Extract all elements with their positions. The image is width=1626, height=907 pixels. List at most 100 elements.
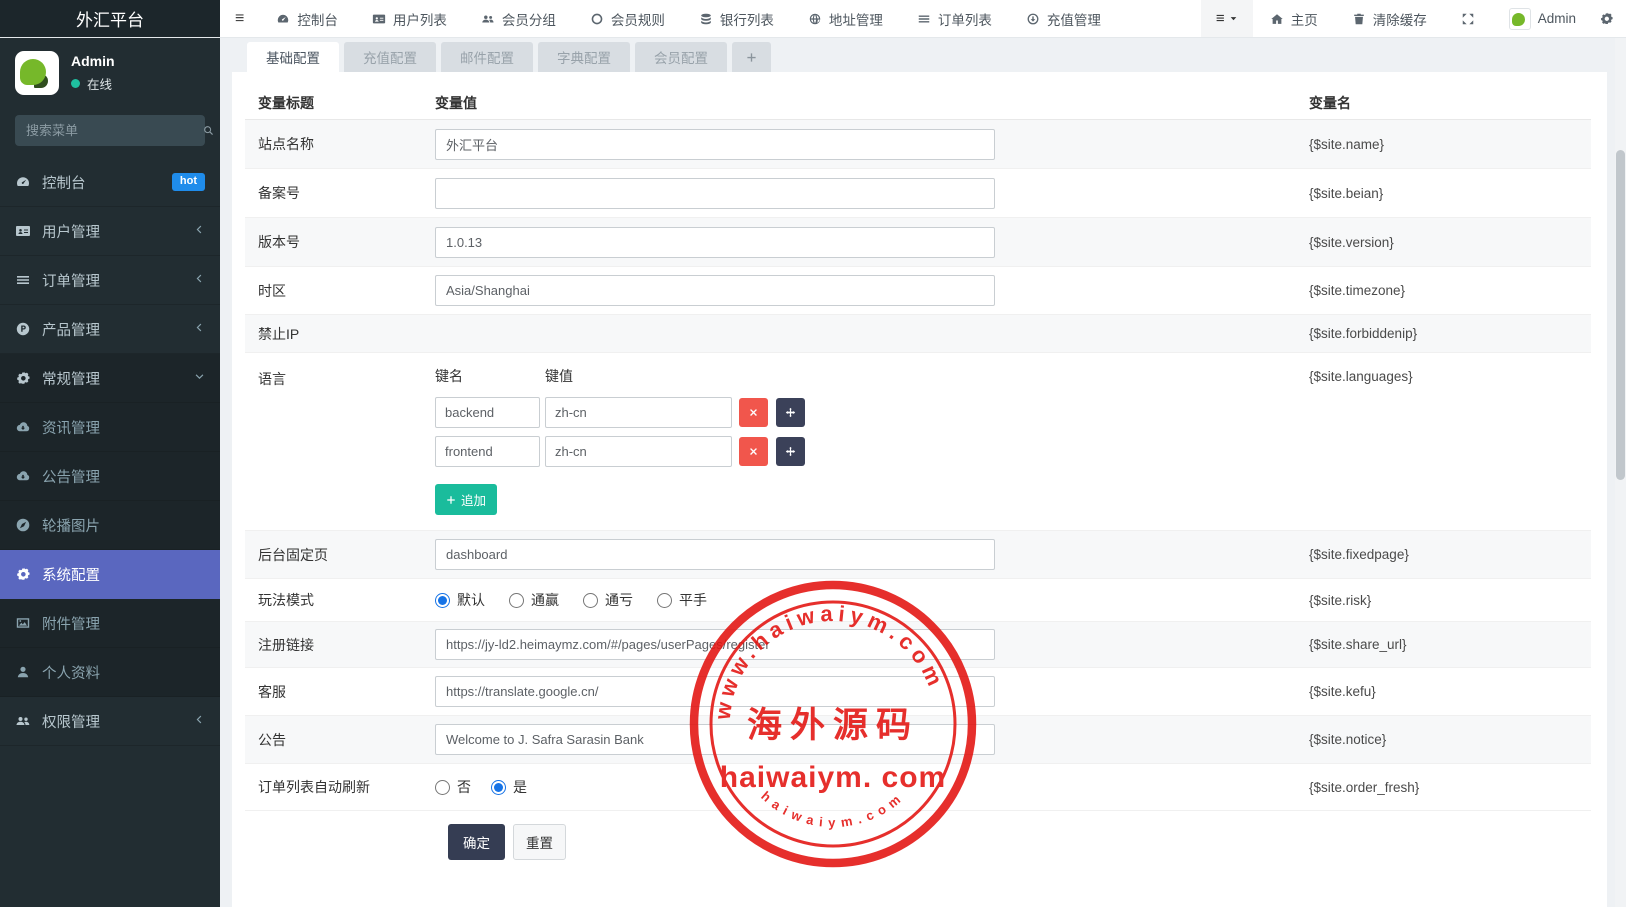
database-icon <box>699 12 713 26</box>
fullscreen-button[interactable] <box>1444 0 1492 37</box>
nav-item-recharge-mgmt[interactable]: 充值管理 <box>1009 0 1118 37</box>
sidebar-item-news-mgmt[interactable]: 资讯管理 <box>0 403 220 452</box>
radio-option-yes[interactable]: 是 <box>491 777 527 797</box>
clear-cache-button[interactable]: 清除缓存 <box>1335 0 1444 37</box>
sidebar-item-order-mgmt[interactable]: 订单管理 <box>0 256 220 305</box>
nav-item-member-rules[interactable]: 会员规则 <box>573 0 682 37</box>
fixedpage-input[interactable] <box>435 539 995 570</box>
nav-item-dashboard[interactable]: 控制台 <box>259 0 355 37</box>
users-icon <box>15 713 31 729</box>
form-row-notice: 公告 {$site.notice} <box>245 716 1591 764</box>
sidebar-item-permission-mgmt[interactable]: 权限管理 <box>0 697 220 746</box>
tab-dict-config[interactable]: 字典配置 <box>538 42 630 72</box>
brand-title: 外汇平台 <box>0 0 220 37</box>
lang-value-input[interactable] <box>545 397 732 428</box>
menu-label: 系统配置 <box>42 564 100 585</box>
risk-radio[interactable] <box>657 593 672 608</box>
menu-dropdown-button[interactable]: ≡ <box>1201 0 1253 37</box>
form-row-order-refresh: 订单列表自动刷新 否 是 {$site.order_fresh} <box>245 764 1591 811</box>
move-row-button[interactable] <box>776 437 805 466</box>
sidebar-item-attachment-mgmt[interactable]: 附件管理 <box>0 599 220 648</box>
user-menu[interactable]: Admin <box>1492 0 1593 37</box>
nav-item-user-list[interactable]: 用户列表 <box>355 0 464 37</box>
risk-radio[interactable] <box>583 593 598 608</box>
nav-item-order-list[interactable]: 订单列表 <box>900 0 1009 37</box>
lang-key-input[interactable] <box>435 397 540 428</box>
move-icon <box>785 407 796 418</box>
sidebar-item-carousel-images[interactable]: 轮播图片 <box>0 501 220 550</box>
chevron-left-icon <box>194 272 205 288</box>
radio-option-all-lose[interactable]: 通亏 <box>583 590 633 610</box>
kv-row <box>435 397 1309 428</box>
nav-item-bank-list[interactable]: 银行列表 <box>682 0 791 37</box>
order-fresh-radio[interactable] <box>435 780 450 795</box>
sidebar-toggle-button[interactable]: ≡ <box>220 0 259 37</box>
chevron-left-icon <box>194 713 205 729</box>
tab-basic-config[interactable]: 基础配置 <box>247 42 339 72</box>
lang-value-input[interactable] <box>545 436 732 467</box>
sidebar-item-user-mgmt[interactable]: 用户管理 <box>0 207 220 256</box>
beian-input[interactable] <box>435 178 995 209</box>
sidebar-item-product-mgmt[interactable]: 产品管理 <box>0 305 220 354</box>
move-row-button[interactable] <box>776 398 805 427</box>
reset-button[interactable]: 重置 <box>513 824 566 860</box>
version-input[interactable] <box>435 227 995 258</box>
timezone-input[interactable] <box>435 275 995 306</box>
settings-gears-button[interactable] <box>1593 0 1626 37</box>
notice-input[interactable] <box>435 724 995 755</box>
add-tab-button[interactable] <box>732 42 771 72</box>
field-label: 玩法模式 <box>245 590 435 610</box>
nav-item-address-mgmt[interactable]: 地址管理 <box>791 0 900 37</box>
users-icon <box>481 12 495 26</box>
append-row-button[interactable]: 追加 <box>435 484 497 515</box>
tab-recharge-config[interactable]: 充值配置 <box>344 42 436 72</box>
tab-member-config[interactable]: 会员配置 <box>635 42 727 72</box>
scrollbar-thumb[interactable] <box>1616 150 1625 480</box>
menu-label: 个人资料 <box>42 662 100 683</box>
risk-radio[interactable] <box>435 593 450 608</box>
online-dot <box>71 79 80 88</box>
variable-name: {$site.languages} <box>1309 366 1591 384</box>
home-button[interactable]: 主页 <box>1253 0 1335 37</box>
list-icon <box>917 12 931 26</box>
plus-icon <box>446 495 456 505</box>
avatar <box>1509 8 1531 30</box>
config-form-card: 变量标题 变量值 变量名 站点名称 {$site.name} 备案号 {$sit… <box>232 72 1607 907</box>
share-url-input[interactable] <box>435 629 995 660</box>
delete-row-button[interactable] <box>739 398 768 427</box>
sidebar-item-general-mgmt[interactable]: 常规管理 <box>0 354 220 403</box>
navbar-right: ≡ 主页 清除缓存 Admin <box>1201 0 1626 37</box>
delete-row-button[interactable] <box>739 437 768 466</box>
order-fresh-radio[interactable] <box>491 780 506 795</box>
field-label: 公告 <box>245 730 435 750</box>
gears-icon <box>15 370 31 386</box>
sidebar-item-dashboard[interactable]: 控制台hot <box>0 158 220 207</box>
radio-option-default[interactable]: 默认 <box>435 590 485 610</box>
form-row-site-name: 站点名称 {$site.name} <box>245 120 1591 169</box>
form-actions: 确定 重置 <box>245 811 1591 867</box>
nav-item-member-groups[interactable]: 会员分组 <box>464 0 573 37</box>
radio-option-all-win[interactable]: 通赢 <box>509 590 559 610</box>
menu-search-input[interactable] <box>26 123 202 138</box>
person-icon <box>15 664 31 680</box>
circle-p-icon <box>15 321 31 337</box>
lang-key-input[interactable] <box>435 436 540 467</box>
radio-option-draw[interactable]: 平手 <box>657 590 707 610</box>
nav-label: 地址管理 <box>829 9 883 29</box>
submit-button[interactable]: 确定 <box>448 824 505 860</box>
tab-mail-config[interactable]: 邮件配置 <box>441 42 533 72</box>
close-icon <box>748 407 759 418</box>
variable-name: {$site.beian} <box>1309 186 1591 201</box>
site-name-input[interactable] <box>435 129 995 160</box>
radio-option-no[interactable]: 否 <box>435 777 471 797</box>
trash-icon <box>1352 12 1366 26</box>
sidebar-item-profile[interactable]: 个人资料 <box>0 648 220 697</box>
list-icon <box>15 272 31 288</box>
sidebar-item-system-config[interactable]: 系统配置 <box>0 550 220 599</box>
gauge-icon <box>15 174 31 190</box>
sidebar-item-announcement-mgmt[interactable]: 公告管理 <box>0 452 220 501</box>
menu-bars-icon: ≡ <box>1216 10 1225 27</box>
menu-label: 资讯管理 <box>42 417 100 438</box>
kefu-input[interactable] <box>435 676 995 707</box>
risk-radio[interactable] <box>509 593 524 608</box>
